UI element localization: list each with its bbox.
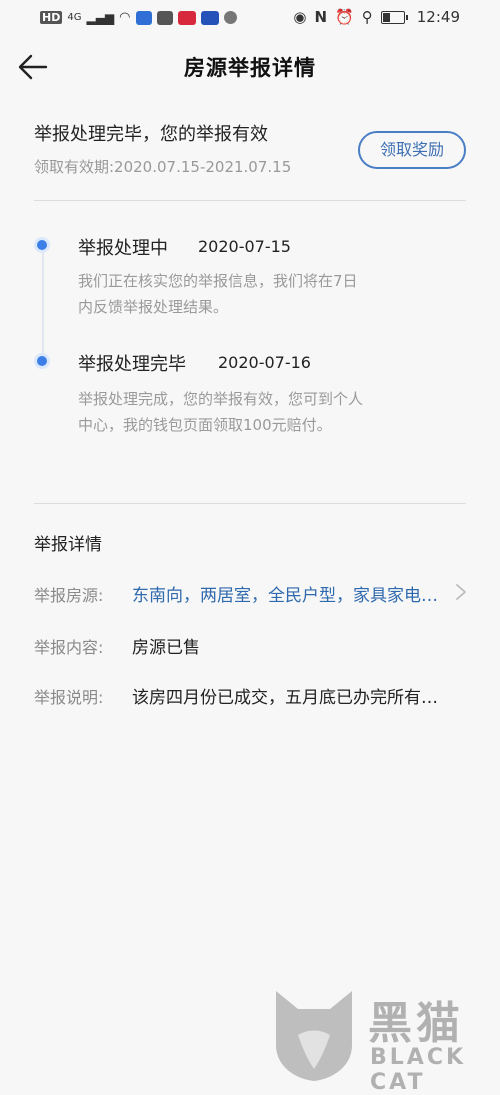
timeline-dot — [37, 356, 47, 366]
timeline-step-description: 我们正在核实您的举报信息，我们将在7日 内反馈举报处理结果。 — [78, 268, 418, 320]
black-cat-watermark: 黑猫 BLACK CAT — [268, 983, 500, 1095]
description-line: 举报处理完成，您的举报有效，您可到个人 — [78, 390, 364, 408]
status-icons-left: HD 4G ▂▄▆ ◠ — [40, 10, 237, 25]
status-icons-right: ◉ N ⏰ ⚲ 12:49 — [293, 8, 460, 26]
battery-icon — [380, 10, 408, 24]
result-title: 举报处理完毕，您的举报有效 — [34, 124, 268, 145]
claim-reward-button[interactable]: 领取奖励 — [358, 131, 466, 169]
app-notification-icon — [177, 10, 196, 25]
report-details-title: 举报详情 — [34, 535, 102, 555]
description-line: 中心，我的钱包页面领取100元赔付。 — [78, 416, 332, 434]
location-icon: ⚲ — [361, 8, 373, 26]
watermark-subtitle: BLACK CAT — [370, 1045, 467, 1095]
alarm-icon: ⏰ — [335, 8, 354, 26]
nfc-icon: N — [314, 8, 328, 26]
network-label: 4G — [67, 12, 82, 23]
black-cat-logo-icon — [276, 991, 352, 1081]
hd-icon: HD — [40, 11, 63, 24]
status-bar: HD 4G ▂▄▆ ◠ ◉ N ⏰ ⚲ 12:49 — [0, 0, 500, 36]
timeline-step-date: 2020-07-16 — [218, 353, 311, 372]
report-note-label: 举报说明: — [34, 688, 104, 707]
report-content-label: 举报内容: — [34, 638, 104, 657]
report-content-value: 房源已售 — [132, 638, 200, 658]
divider — [34, 200, 466, 201]
watermark-name: 黑猫 — [368, 998, 464, 1049]
nav-bar: 房源举报详情 — [0, 36, 500, 96]
report-listing-label: 举报房源: — [34, 586, 104, 605]
divider — [34, 503, 466, 504]
description-line: 内反馈举报处理结果。 — [78, 298, 229, 316]
timeline-step-title: 举报处理完毕 — [78, 354, 186, 375]
timeline-step-date: 2020-07-15 — [198, 237, 291, 256]
chevron-right-icon[interactable] — [454, 582, 468, 602]
wifi-icon: ◠ — [119, 10, 131, 25]
eye-icon: ◉ — [293, 8, 307, 26]
signal-icon: ▂▄▆ — [86, 10, 115, 25]
report-note-value: 该房四月份已成交，五月底已办完所有手续 — [132, 688, 442, 708]
page-title: 房源举报详情 — [184, 56, 316, 80]
app-notification-icon — [135, 10, 152, 25]
timeline-line — [42, 245, 44, 361]
timeline-step-title: 举报处理中 — [78, 238, 168, 259]
app-notification-icon — [156, 10, 173, 25]
status-time: 12:49 — [416, 8, 460, 26]
description-line: 我们正在核实您的举报信息，我们将在7日 — [78, 272, 358, 290]
timeline-step-description: 举报处理完成，您的举报有效，您可到个人 中心，我的钱包页面领取100元赔付。 — [78, 386, 418, 438]
timeline-dot — [37, 240, 47, 250]
validity-period: 领取有效期:2020.07.15-2021.07.15 — [34, 158, 292, 176]
app-notification-icon — [223, 11, 237, 24]
app-notification-icon — [200, 10, 219, 25]
report-listing-value[interactable]: 东南向，两居室，全民户型，家具家电齐全 — [132, 581, 442, 606]
